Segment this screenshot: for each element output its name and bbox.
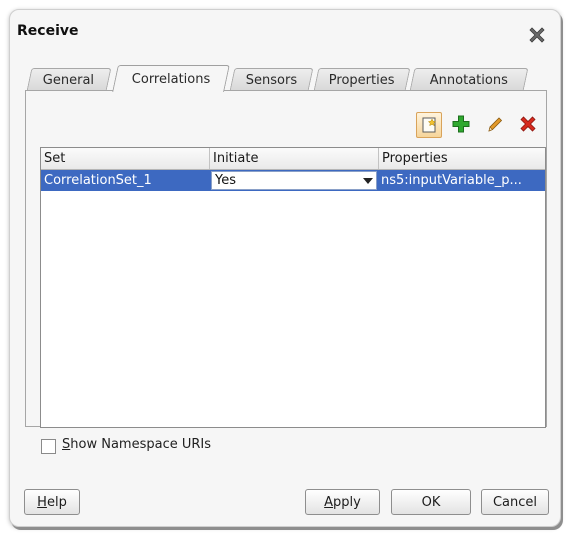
tab-sensors[interactable]: Sensors bbox=[229, 68, 314, 91]
tab-general-label: General bbox=[43, 72, 95, 88]
column-header-set[interactable]: Set bbox=[41, 148, 210, 169]
cell-properties: ns5:inputVariable_p... bbox=[381, 173, 522, 188]
new-button[interactable] bbox=[416, 112, 442, 138]
close-icon bbox=[529, 27, 545, 43]
tab-properties[interactable]: Properties bbox=[313, 68, 411, 91]
dialog-title: Receive bbox=[17, 23, 79, 39]
correlation-sets-table: Set Initiate Properties CorrelationSet_1… bbox=[40, 147, 546, 428]
tab-general[interactable]: General bbox=[26, 68, 112, 91]
tab-correlations-label: Correlations bbox=[131, 71, 211, 87]
edit-icon bbox=[488, 117, 503, 132]
delete-icon bbox=[520, 116, 536, 132]
edit-button[interactable] bbox=[483, 112, 507, 136]
tab-annotations-label: Annotations bbox=[429, 72, 508, 88]
show-namespace-label[interactable]: Show Namespace URIs bbox=[62, 437, 211, 452]
apply-label: pply bbox=[333, 494, 361, 510]
table-row[interactable]: CorrelationSet_1 Yes ns5:inputVariable_p… bbox=[41, 170, 545, 191]
help-label: elp bbox=[46, 494, 67, 510]
show-namespace-text: how Namespace URIs bbox=[70, 437, 211, 452]
tab-sensors-label: Sensors bbox=[245, 72, 298, 88]
delete-button[interactable] bbox=[516, 112, 540, 136]
cell-set: CorrelationSet_1 bbox=[44, 173, 152, 188]
tab-correlations[interactable]: Correlations bbox=[112, 65, 230, 92]
close-button[interactable] bbox=[527, 25, 547, 45]
table-header: Set Initiate Properties bbox=[41, 148, 545, 170]
new-icon bbox=[422, 117, 437, 133]
cancel-button[interactable]: Cancel bbox=[481, 489, 549, 515]
tab-properties-label: Properties bbox=[329, 72, 395, 88]
ok-button[interactable]: OK bbox=[391, 489, 471, 515]
initiate-dropdown[interactable]: Yes bbox=[211, 171, 377, 190]
add-icon bbox=[452, 115, 470, 133]
apply-button[interactable]: Apply bbox=[305, 489, 380, 515]
tab-annotations[interactable]: Annotations bbox=[409, 68, 529, 91]
column-header-initiate[interactable]: Initiate bbox=[210, 148, 379, 169]
help-mnemonic: H bbox=[37, 494, 47, 510]
column-header-properties[interactable]: Properties bbox=[379, 148, 545, 169]
add-button[interactable] bbox=[449, 112, 473, 136]
show-namespace-checkbox[interactable] bbox=[41, 439, 56, 454]
help-button[interactable]: Help bbox=[24, 489, 80, 515]
initiate-value: Yes bbox=[215, 173, 236, 188]
dropdown-arrow-icon bbox=[363, 178, 373, 184]
apply-mnemonic: A bbox=[324, 494, 334, 510]
